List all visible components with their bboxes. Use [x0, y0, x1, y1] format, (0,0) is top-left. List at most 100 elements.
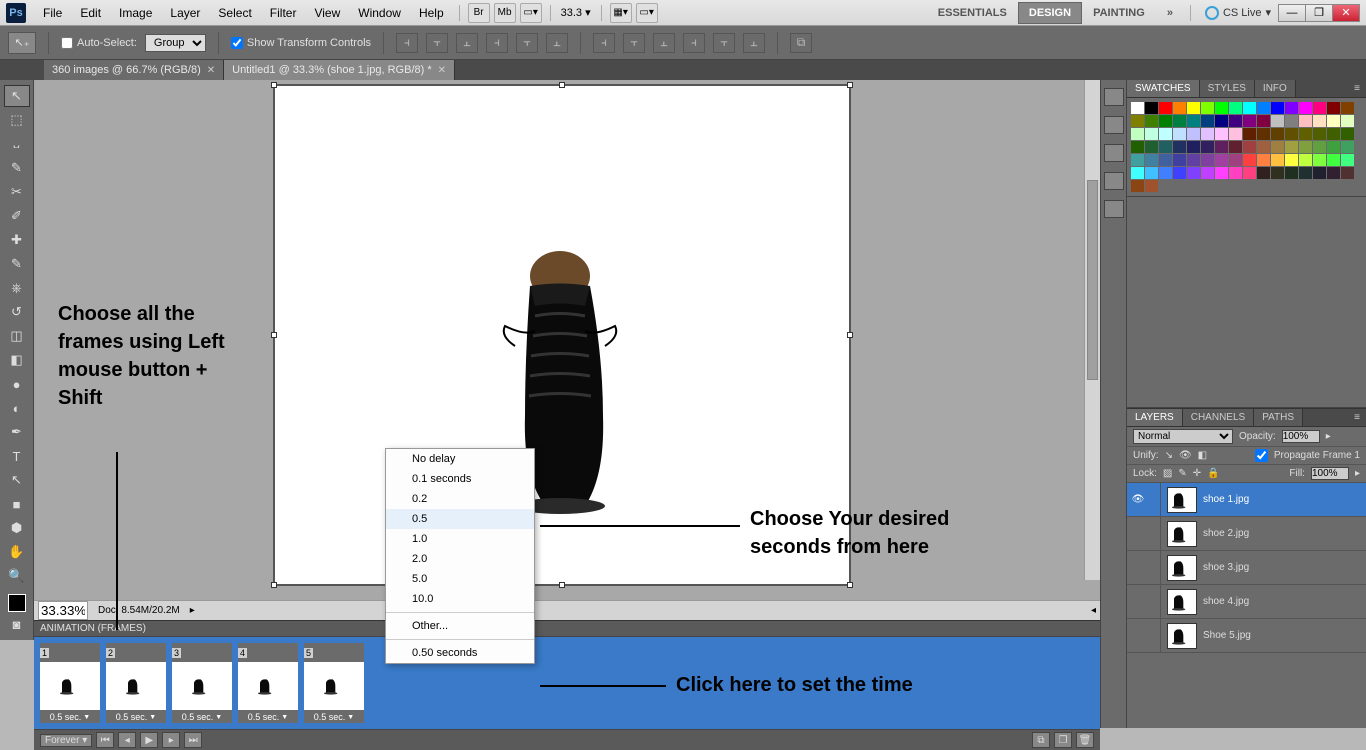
delay-menu-item[interactable]: 10.0	[386, 589, 534, 609]
first-frame-button[interactable]: ⏮	[96, 732, 114, 748]
swatch[interactable]	[1243, 154, 1256, 166]
panel-menu-icon[interactable]: ≡	[1348, 409, 1366, 426]
layer-list[interactable]: 👁shoe 1.jpgshoe 2.jpgshoe 3.jpgshoe 4.jp…	[1127, 483, 1366, 728]
frame-delay-button[interactable]: 0.5 sec.▼	[172, 711, 232, 723]
swatch[interactable]	[1327, 102, 1340, 114]
swatch[interactable]	[1271, 167, 1284, 179]
swatch[interactable]	[1229, 102, 1242, 114]
dock-icon[interactable]	[1104, 172, 1124, 190]
minimize-button[interactable]: —	[1278, 4, 1306, 22]
auto-select-checkbox[interactable]: Auto-Select:	[61, 37, 137, 49]
last-frame-button[interactable]: ⏭	[184, 732, 202, 748]
swatch[interactable]	[1131, 180, 1144, 192]
swatch[interactable]	[1173, 115, 1186, 127]
show-transform-checkbox[interactable]: Show Transform Controls	[231, 37, 371, 49]
swatch[interactable]	[1201, 128, 1214, 140]
dock-icon[interactable]	[1104, 116, 1124, 134]
swatches-tab[interactable]: SWATCHES	[1127, 80, 1200, 97]
swatch[interactable]	[1313, 167, 1326, 179]
play-button[interactable]: ▶	[140, 732, 158, 748]
swatch[interactable]	[1257, 102, 1270, 114]
swatch[interactable]	[1327, 167, 1340, 179]
delay-menu-item[interactable]: 1.0	[386, 529, 534, 549]
next-frame-button[interactable]: ▸	[162, 732, 180, 748]
swatch[interactable]	[1145, 128, 1158, 140]
swatch[interactable]	[1299, 167, 1312, 179]
swatch[interactable]	[1299, 128, 1312, 140]
swatch[interactable]	[1243, 102, 1256, 114]
align-icon[interactable]: ⫟	[426, 33, 448, 53]
layers-tab[interactable]: LAYERS	[1127, 409, 1183, 426]
workspace-essentials[interactable]: ESSENTIALS	[927, 2, 1018, 24]
document-tab[interactable]: 360 images @ 66.7% (RGB/8)✕	[44, 60, 224, 80]
foreground-color[interactable]	[8, 594, 26, 612]
layer-row[interactable]: shoe 3.jpg	[1127, 551, 1366, 585]
swatch[interactable]	[1159, 167, 1172, 179]
swatch[interactable]	[1327, 115, 1340, 127]
swatch[interactable]	[1243, 167, 1256, 179]
swatch[interactable]	[1271, 141, 1284, 153]
move-tool[interactable]: ↖	[4, 85, 30, 107]
brush-tool[interactable]: ✎	[4, 253, 30, 275]
scroll-left-icon[interactable]: ◂	[1091, 605, 1096, 616]
auto-align-icon[interactable]: ⧉	[790, 33, 812, 53]
transform-handle[interactable]	[271, 332, 277, 338]
path-select-tool[interactable]: ↖	[4, 469, 30, 491]
swatch[interactable]	[1215, 115, 1228, 127]
align-icon[interactable]: ⫞	[396, 33, 418, 53]
swatch[interactable]	[1271, 102, 1284, 114]
workspace-more[interactable]: »	[1156, 2, 1184, 24]
frame-delay-button[interactable]: 0.5 sec.▼	[238, 711, 298, 723]
align-icon[interactable]: ⫟	[516, 33, 538, 53]
frame-delay-button[interactable]: 0.5 sec.▼	[40, 711, 100, 723]
propagate-checkbox[interactable]	[1255, 449, 1268, 462]
swatch[interactable]	[1341, 154, 1354, 166]
swatch[interactable]	[1201, 167, 1214, 179]
swatch[interactable]	[1173, 102, 1186, 114]
swatch[interactable]	[1341, 141, 1354, 153]
swatch[interactable]	[1215, 102, 1228, 114]
menu-help[interactable]: Help	[410, 6, 453, 20]
cs-live-button[interactable]: CS Live ▾	[1205, 6, 1271, 20]
swatch[interactable]	[1131, 128, 1144, 140]
workspace-design[interactable]: DESIGN	[1018, 2, 1082, 24]
swatch[interactable]	[1257, 128, 1270, 140]
delay-menu-other[interactable]: Other...	[386, 616, 534, 636]
swatch[interactable]	[1243, 115, 1256, 127]
swatch[interactable]	[1145, 102, 1158, 114]
transform-handle[interactable]	[271, 82, 277, 88]
swatch[interactable]	[1257, 167, 1270, 179]
zoom-tool[interactable]: 🔍	[4, 565, 30, 587]
swatch[interactable]	[1187, 115, 1200, 127]
paths-tab[interactable]: PATHS	[1254, 409, 1303, 426]
blend-mode-dropdown[interactable]: Normal	[1133, 429, 1233, 444]
vertical-scrollbar[interactable]	[1084, 80, 1100, 580]
pen-tool[interactable]: ✒	[4, 421, 30, 443]
frame-delay-button[interactable]: 0.5 sec.▼	[106, 711, 166, 723]
maximize-button[interactable]: ❐	[1305, 4, 1333, 22]
swatch[interactable]	[1173, 128, 1186, 140]
swatch[interactable]	[1215, 154, 1228, 166]
swatch[interactable]	[1215, 141, 1228, 153]
swatch[interactable]	[1313, 128, 1326, 140]
distribute-icon[interactable]: ⫞	[683, 33, 705, 53]
dock-icon[interactable]	[1104, 144, 1124, 162]
delay-menu-item[interactable]: 0.5	[386, 509, 534, 529]
swatch[interactable]	[1271, 128, 1284, 140]
panel-menu-icon[interactable]: ≡	[1348, 80, 1366, 97]
swatch[interactable]	[1159, 128, 1172, 140]
swatch[interactable]	[1257, 154, 1270, 166]
swatch[interactable]	[1313, 102, 1326, 114]
swatch[interactable]	[1187, 102, 1200, 114]
swatch[interactable]	[1341, 102, 1354, 114]
document-tab[interactable]: Untitled1 @ 33.3% (shoe 1.jpg, RGB/8) *✕	[224, 60, 455, 80]
swatch[interactable]	[1341, 167, 1354, 179]
swatch[interactable]	[1299, 102, 1312, 114]
swatch[interactable]	[1285, 128, 1298, 140]
swatch[interactable]	[1229, 141, 1242, 153]
swatch[interactable]	[1173, 167, 1186, 179]
screen-mode-icon[interactable]: ▭▾	[520, 3, 542, 23]
crop-tool[interactable]: ✂	[4, 181, 30, 203]
menu-file[interactable]: File	[34, 6, 71, 20]
transform-handle[interactable]	[847, 82, 853, 88]
